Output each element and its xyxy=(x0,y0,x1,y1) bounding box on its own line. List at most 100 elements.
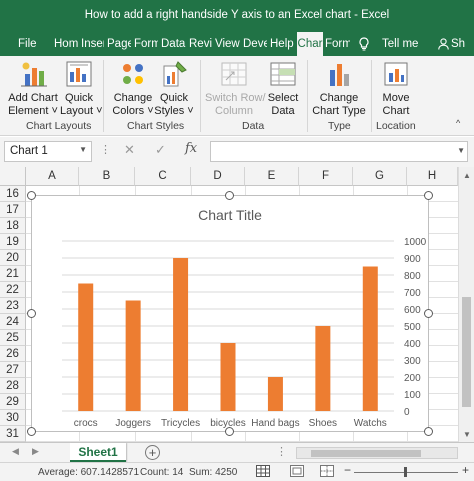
vertical-scrollbar[interactable]: ▲ ▼ xyxy=(458,167,474,442)
chart-bar[interactable] xyxy=(125,300,141,412)
tab-data[interactable]: Data xyxy=(161,32,186,56)
column-header-d[interactable]: D xyxy=(191,167,245,186)
resize-handle[interactable] xyxy=(225,427,234,436)
chart-bar[interactable] xyxy=(267,377,283,411)
row-header[interactable]: 18 xyxy=(0,218,26,234)
row-header[interactable]: 25 xyxy=(0,330,26,346)
row-header[interactable]: 21 xyxy=(0,266,26,282)
x-category-label: Shoes xyxy=(309,418,337,429)
tab-formulas[interactable]: Form xyxy=(134,32,158,56)
column-header-b[interactable]: B xyxy=(79,167,135,186)
resize-handle[interactable] xyxy=(424,191,433,200)
select-all-corner[interactable] xyxy=(0,167,26,186)
quick-styles-button[interactable]: Quick Styles ˅ xyxy=(152,60,196,118)
row-header[interactable]: 28 xyxy=(0,378,26,394)
tab-home[interactable]: Hom xyxy=(54,32,78,56)
tab-view[interactable]: View xyxy=(215,32,240,56)
add-chart-element-button[interactable]: Add Chart Element ˅ xyxy=(6,60,60,118)
person-icon[interactable] xyxy=(438,32,450,56)
zoom-slider-thumb[interactable] xyxy=(404,467,407,477)
tab-share[interactable]: Sh xyxy=(451,32,474,56)
normal-view-icon[interactable] xyxy=(256,465,270,480)
chart-bar[interactable] xyxy=(315,326,331,411)
row-header[interactable]: 26 xyxy=(0,346,26,362)
change-chart-type-button[interactable]: Change Chart Type xyxy=(311,60,367,118)
column-header-h[interactable]: H xyxy=(407,167,458,186)
move-chart-button[interactable]: Move Chart xyxy=(378,60,414,118)
scroll-thumb[interactable] xyxy=(311,450,421,457)
switch-row-column-line2: Column xyxy=(215,105,253,117)
quick-layout-button[interactable]: Quick Layout ˅ xyxy=(60,60,103,118)
resize-handle[interactable] xyxy=(27,427,36,436)
resize-handle[interactable] xyxy=(225,191,234,200)
add-sheet-icon[interactable]: + xyxy=(145,445,160,460)
switch-row-column-icon xyxy=(221,62,247,86)
row-header[interactable]: 16 xyxy=(0,186,26,202)
tab-chart-design[interactable]: Char xyxy=(297,32,323,56)
row-header[interactable]: 19 xyxy=(0,234,26,250)
insert-function-icon[interactable]: fx xyxy=(185,141,197,156)
add-chart-element-icon xyxy=(21,62,47,87)
row-header[interactable]: 29 xyxy=(0,394,26,410)
row-header[interactable]: 27 xyxy=(0,362,26,378)
column-header-g[interactable]: G xyxy=(353,167,407,186)
zoom-in-icon[interactable]: + xyxy=(462,463,469,477)
horizontal-scrollbar[interactable] xyxy=(296,447,458,459)
tell-me-search[interactable]: Tell me xyxy=(382,32,422,56)
column-header-c[interactable]: C xyxy=(135,167,191,186)
tab-review[interactable]: Revie xyxy=(189,32,212,56)
resize-handle[interactable] xyxy=(27,191,36,200)
expand-formula-icon[interactable]: ▼ xyxy=(457,146,465,155)
chart-bar[interactable] xyxy=(78,283,94,412)
x-category-label: crocs xyxy=(74,418,98,429)
scroll-down-icon[interactable]: ▼ xyxy=(463,430,471,439)
y-tick-label: 900 xyxy=(404,254,421,265)
collapse-ribbon-icon[interactable]: ^ xyxy=(456,118,460,128)
resize-handle[interactable] xyxy=(424,309,433,318)
y-tick-label: 1000 xyxy=(404,237,427,248)
chart-object[interactable]: Chart Title 0 100 200 300 400 500 600 700 800 900… xyxy=(31,195,429,432)
row-header[interactable]: 17 xyxy=(0,202,26,218)
formula-input[interactable] xyxy=(210,141,468,162)
lightbulb-icon[interactable] xyxy=(358,32,374,56)
chevron-down-icon[interactable]: ▼ xyxy=(79,145,87,154)
column-header-e[interactable]: E xyxy=(245,167,299,186)
column-header-a[interactable]: A xyxy=(26,167,79,186)
chart-bar[interactable] xyxy=(173,258,189,411)
chart-bar[interactable] xyxy=(362,266,378,412)
resize-handle[interactable] xyxy=(27,309,36,318)
row-header[interactable]: 23 xyxy=(0,298,26,314)
zoom-out-icon[interactable]: − xyxy=(344,463,351,477)
tab-file[interactable]: File xyxy=(18,32,40,56)
y-tick-label: 400 xyxy=(404,339,421,350)
sheet-tab-sheet1[interactable]: Sheet1 xyxy=(70,443,126,462)
column-header-f[interactable]: F xyxy=(299,167,353,186)
tab-developer[interactable]: Deve xyxy=(243,32,267,56)
change-colors-button[interactable]: Change Colors ˅ xyxy=(110,60,156,118)
cancel-icon[interactable]: ✕ xyxy=(124,142,135,158)
previous-sheet-icon[interactable]: ◀ xyxy=(12,446,19,457)
page-layout-view-icon[interactable] xyxy=(290,465,304,480)
page-break-view-icon[interactable] xyxy=(320,465,334,480)
row-header[interactable]: 20 xyxy=(0,250,26,266)
scroll-thumb[interactable] xyxy=(462,297,471,407)
row-header[interactable]: 31 xyxy=(0,426,26,442)
scroll-up-icon[interactable]: ▲ xyxy=(463,171,471,180)
x-category-label: Tricycles xyxy=(161,418,200,429)
row-header[interactable]: 22 xyxy=(0,282,26,298)
name-box[interactable]: Chart 1 ▼ xyxy=(4,141,92,162)
tab-format[interactable]: Form xyxy=(325,32,350,56)
y-tick-label: 200 xyxy=(404,373,421,384)
switch-row-column-button[interactable]: Switch Row/ Column xyxy=(205,60,266,118)
resize-handle[interactable] xyxy=(424,427,433,436)
add-chart-element-line2: Element ˅ xyxy=(8,105,58,117)
confirm-icon[interactable]: ✓ xyxy=(155,142,166,158)
row-header[interactable]: 30 xyxy=(0,410,26,426)
select-data-button[interactable]: Select Data xyxy=(265,60,301,118)
tab-page-layout[interactable]: Page xyxy=(107,32,131,56)
row-header[interactable]: 24 xyxy=(0,314,26,330)
tab-insert[interactable]: Inser xyxy=(81,32,104,56)
chart-bar[interactable] xyxy=(220,343,236,411)
next-sheet-icon[interactable]: ▶ xyxy=(32,446,39,457)
tab-help[interactable]: Help xyxy=(270,32,295,56)
